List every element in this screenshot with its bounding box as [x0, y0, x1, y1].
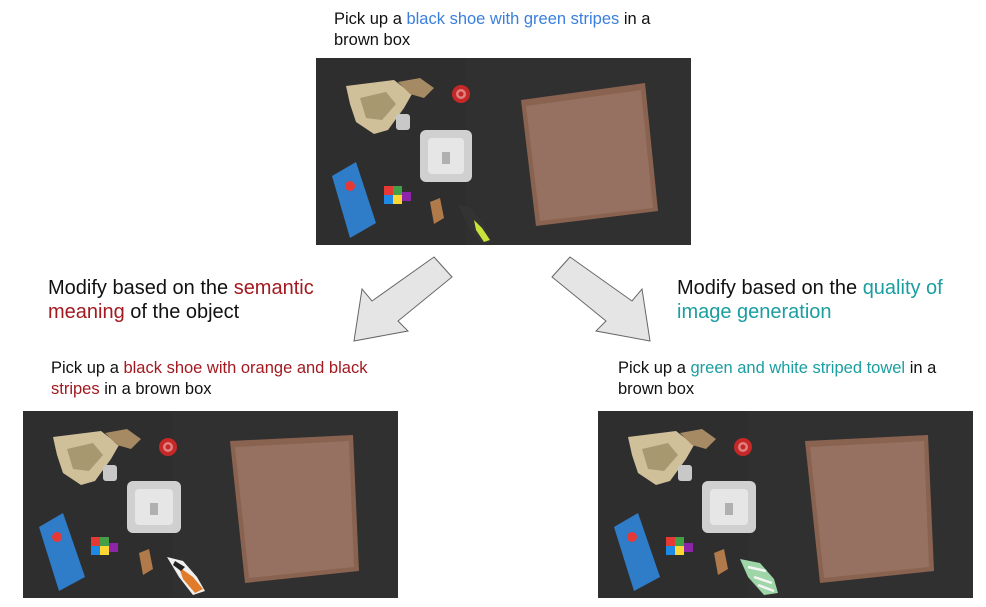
left-scene-image — [23, 411, 398, 598]
left-caption-pre: Pick up a — [51, 359, 124, 377]
tabletop-scene-right — [598, 411, 973, 598]
tabletop-scene-left — [23, 411, 398, 598]
top-caption-highlight: black shoe with green stripes — [406, 10, 620, 28]
left-label-post: of the object — [124, 301, 240, 323]
left-caption-post: in a brown box — [99, 380, 212, 398]
left-label-pre: Modify based on the — [48, 277, 234, 299]
top-caption-pre: Pick up a — [334, 10, 407, 28]
right-caption-highlight: green and white striped towel — [690, 359, 906, 377]
top-caption: Pick up a black shoe with green stripes … — [334, 9, 684, 51]
left-arrow-icon — [353, 256, 453, 342]
right-caption: Pick up a green and white striped towel … — [618, 358, 968, 400]
right-label-pre: Modify based on the — [677, 277, 863, 299]
right-arrow-icon — [551, 256, 651, 342]
left-caption: Pick up a black shoe with orange and bla… — [51, 358, 396, 400]
left-modification-label: Modify based on the semantic meaning of … — [48, 276, 338, 324]
tabletop-scene — [316, 58, 691, 245]
right-modification-label: Modify based on the quality of image gen… — [677, 276, 967, 324]
right-caption-pre: Pick up a — [618, 359, 691, 377]
right-scene-image — [598, 411, 973, 598]
top-scene-image — [316, 58, 691, 245]
